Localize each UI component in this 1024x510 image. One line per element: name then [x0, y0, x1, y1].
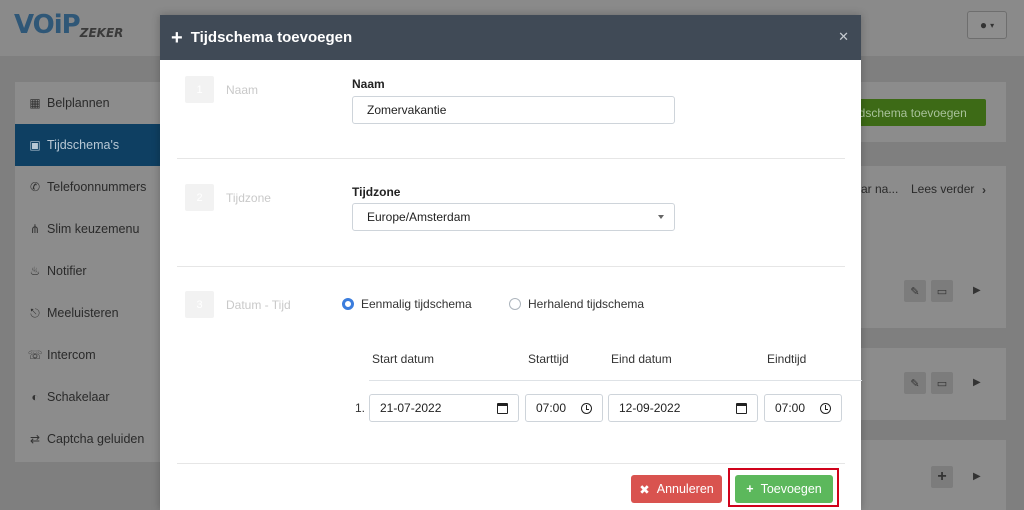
- toggle-icon: ◐: [31, 390, 39, 404]
- play-icon[interactable]: ▶: [973, 377, 981, 388]
- radio-recurring-schedule[interactable]: Herhalend tijdschema: [509, 297, 644, 311]
- sidebar-item-tijdschemas[interactable]: ▣ Tijdschema's: [15, 124, 160, 166]
- sidebar-item-belplannen[interactable]: ▦ Belplannen: [15, 82, 160, 124]
- shuffle-icon: ⇄: [29, 432, 41, 446]
- logo: VOiPZEKER: [14, 10, 124, 40]
- step-datetime-row: 3 Datum - Tijd Eenmalig tijdschema Herha…: [177, 267, 862, 463]
- step-label: Datum - Tijd: [226, 298, 291, 312]
- radio-unchecked-icon: [509, 298, 521, 310]
- step-number: 3: [185, 291, 214, 318]
- plus-icon[interactable]: +: [931, 466, 953, 488]
- radio-one-time-schedule[interactable]: Eenmalig tijdschema: [342, 297, 472, 311]
- sidebar-item-meeluisteren[interactable]: ⎋ Meeluisteren: [15, 292, 160, 334]
- sidebar-item-intercom[interactable]: ☏ Intercom: [15, 334, 160, 376]
- edit-icon[interactable]: ✎: [904, 280, 926, 302]
- calendar-icon: ▣: [29, 138, 41, 152]
- user-menu-button[interactable]: ● ▾: [967, 11, 1007, 39]
- column-header-end-time: Eindtijd: [767, 352, 807, 366]
- background-column-header: ar na...: [861, 182, 899, 196]
- user-icon: ●: [979, 18, 988, 32]
- sidebar-item-notifier[interactable]: ♨ Notifier: [15, 250, 160, 292]
- bell-icon: ♨: [29, 264, 41, 278]
- add-button[interactable]: + Toevoegen: [735, 475, 833, 503]
- plus-icon: +: [746, 482, 754, 496]
- play-icon[interactable]: ▶: [973, 471, 981, 482]
- radio-checked-icon: [342, 298, 354, 310]
- step-label: Tijdzone: [226, 191, 271, 205]
- trash-icon[interactable]: ▭: [931, 372, 953, 394]
- footer-divider: [177, 463, 845, 464]
- start-date-input[interactable]: 21-07-2022: [369, 394, 519, 422]
- sidebar-item-telefoonnummers[interactable]: ✆ Telefoonnummers: [15, 166, 160, 208]
- sidebar-item-captcha-geluiden[interactable]: ⇄ Captcha geluiden: [15, 418, 160, 460]
- name-input[interactable]: Zomervakantie: [352, 96, 675, 124]
- sidebar-item-schakelaar[interactable]: ◐ Schakelaar: [15, 376, 160, 418]
- name-label: Naam: [352, 77, 385, 91]
- phone-icon: ✆: [29, 180, 41, 194]
- column-header-end-date: Eind datum: [611, 352, 672, 366]
- sidebar: ▦ Belplannen ▣ Tijdschema's ✆ Telefoonnu…: [15, 82, 160, 462]
- add-schedule-modal: + Tijdschema toevoegen ✕ 1 Naam Naam Zom…: [160, 15, 862, 510]
- cancel-button[interactable]: ✖ Annuleren: [631, 475, 722, 503]
- caret-down-icon: ▾: [990, 20, 995, 30]
- background-read-more[interactable]: Lees verder: [911, 182, 974, 196]
- phone-slash-icon: ☏: [27, 348, 43, 362]
- column-header-start-time: Starttijd: [528, 352, 569, 366]
- column-header-start-date: Start datum: [372, 352, 435, 366]
- play-icon[interactable]: ▶: [973, 285, 981, 296]
- modal-title: Tijdschema toevoegen: [190, 29, 353, 46]
- calendar-icon[interactable]: [497, 403, 508, 414]
- plus-icon: +: [171, 26, 183, 49]
- step-label: Naam: [226, 83, 259, 97]
- clock-icon[interactable]: [581, 403, 592, 414]
- headphones-icon: ⎋: [30, 305, 40, 320]
- end-date-input[interactable]: 12-09-2022: [608, 394, 758, 422]
- step-name-row: 1 Naam Naam Zomervakantie: [177, 60, 845, 160]
- step-number: 2: [185, 184, 214, 211]
- timezone-select[interactable]: Europe/Amsterdam: [352, 203, 675, 231]
- step-number: 1: [185, 76, 214, 103]
- clock-icon[interactable]: [820, 403, 831, 414]
- table-header-line: [369, 380, 862, 381]
- edit-icon[interactable]: ✎: [904, 372, 926, 394]
- row-index: 1.: [355, 401, 366, 415]
- chevron-right-icon: ›: [982, 183, 986, 197]
- divider: [177, 158, 845, 159]
- sitemap-icon: ▦: [29, 96, 41, 110]
- trash-icon[interactable]: ▭: [931, 280, 953, 302]
- timezone-label: Tijdzone: [352, 185, 401, 199]
- modal-header: + Tijdschema toevoegen ✕: [160, 15, 861, 60]
- calendar-icon[interactable]: [736, 403, 747, 414]
- sidebar-item-slim-keuzemenu[interactable]: ⋔ Slim keuzemenu: [15, 208, 160, 250]
- end-time-input[interactable]: 07:00: [764, 394, 842, 422]
- step-timezone-row: 2 Tijdzone Tijdzone Europe/Amsterdam: [177, 160, 845, 267]
- close-icon[interactable]: ✕: [838, 29, 849, 45]
- start-time-input[interactable]: 07:00: [525, 394, 603, 422]
- background-add-schedule-button[interactable]: jdschema toevoegen: [848, 99, 986, 126]
- branch-icon: ⋔: [29, 222, 41, 236]
- caret-down-icon: [658, 215, 664, 219]
- close-icon: ✖: [639, 482, 650, 497]
